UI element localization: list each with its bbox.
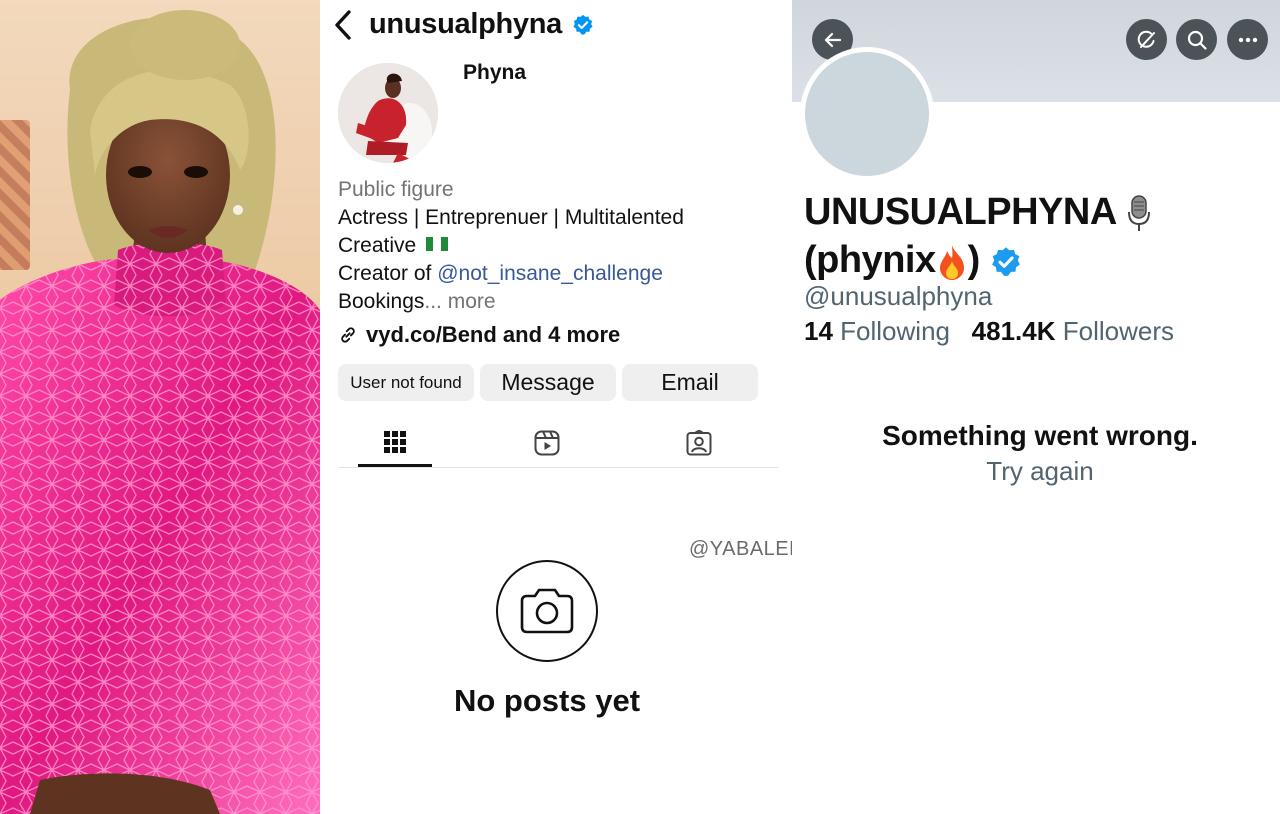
empty-posts-camera: [496, 560, 598, 662]
tab-reels[interactable]: [510, 420, 584, 466]
bio-line-2: Creative: [338, 234, 449, 258]
bio-line-3-prefix: Creator of: [338, 262, 438, 285]
bio-mention-link[interactable]: @not_insane_challenge: [437, 262, 663, 285]
follow-stats: 14 Following 481.4K Followers: [804, 316, 1174, 347]
bio-line-4: Bookings... more: [338, 290, 496, 314]
bio-line-2-text: Creative: [338, 234, 417, 257]
bio-line-3: Creator of @not_insane_challenge: [338, 262, 663, 286]
instagram-display-name: Phyna: [463, 61, 527, 84]
grok-button[interactable]: [1126, 19, 1167, 60]
x-profile-panel: UNUSUALPHYNA (phynix ) @unusualphyna 14 …: [792, 0, 1280, 814]
followers-label: Followers: [1062, 316, 1174, 346]
message-button[interactable]: Message: [480, 364, 616, 401]
followers-count: 481.4K: [971, 316, 1056, 346]
grid-icon: [384, 431, 406, 453]
fire-icon: [939, 244, 964, 280]
search-button[interactable]: [1176, 19, 1217, 60]
tagged-icon: [686, 430, 712, 456]
email-button[interactable]: Email: [622, 364, 758, 401]
x-handle: @unusualphyna: [804, 281, 993, 311]
bio-line-1: Actress | Entreprenuer | Multitalented: [338, 206, 684, 229]
followers-stat[interactable]: 481.4K Followers: [972, 316, 1174, 346]
tab-posts-grid[interactable]: [358, 420, 432, 467]
instagram-avatar[interactable]: [338, 63, 438, 163]
following-count: 14: [804, 316, 833, 346]
profile-category: Public figure: [338, 178, 454, 201]
search-icon: [1187, 30, 1207, 50]
verified-badge-icon: [573, 14, 593, 35]
external-link-text: vyd.co/Bend and 4 more: [366, 322, 621, 347]
x-name-line2: (phynix: [804, 239, 936, 281]
following-label: Following: [840, 316, 950, 346]
camera-icon: [520, 588, 574, 634]
x-name-line1: UNUSUALPHYNA: [804, 191, 1116, 233]
grok-icon: [1137, 30, 1155, 48]
x-display-name: UNUSUALPHYNA (phynix ): [804, 188, 1274, 284]
x-name-line2-close: ): [967, 239, 981, 281]
following-stat[interactable]: 14 Following: [804, 316, 950, 346]
microphone-icon: [1128, 195, 1151, 231]
woman-in-pink-dress-illustration: [0, 10, 320, 814]
x-avatar-placeholder[interactable]: [800, 47, 934, 181]
try-again-button[interactable]: Try again: [792, 456, 1280, 487]
profile-photo: [0, 0, 320, 814]
external-link[interactable]: vyd.co/Bend and 4 more: [338, 322, 620, 348]
no-posts-message: No posts yet: [453, 683, 641, 718]
avatar-image: [338, 63, 438, 163]
back-arrow-icon[interactable]: [330, 8, 356, 42]
profile-tabs: [338, 420, 778, 468]
bio-more-link[interactable]: ... more: [424, 290, 495, 313]
instagram-profile-panel: unusualphyna Phyna Public figure Actress…: [320, 0, 792, 814]
user-not-found-button[interactable]: User not found: [338, 364, 474, 401]
ellipsis-icon: [1238, 37, 1257, 42]
instagram-username: unusualphyna: [369, 8, 562, 40]
error-message: Something went wrong.: [882, 420, 1198, 451]
bio-line-4-text: Bookings: [338, 290, 425, 313]
nigeria-flag-icon: [426, 237, 449, 252]
verified-badge-icon: [991, 247, 1020, 276]
left-arrow-icon: [824, 32, 841, 47]
link-icon: [341, 327, 355, 343]
tab-tagged[interactable]: [662, 420, 736, 466]
reels-icon: [534, 430, 560, 456]
more-options-button[interactable]: [1227, 19, 1268, 60]
